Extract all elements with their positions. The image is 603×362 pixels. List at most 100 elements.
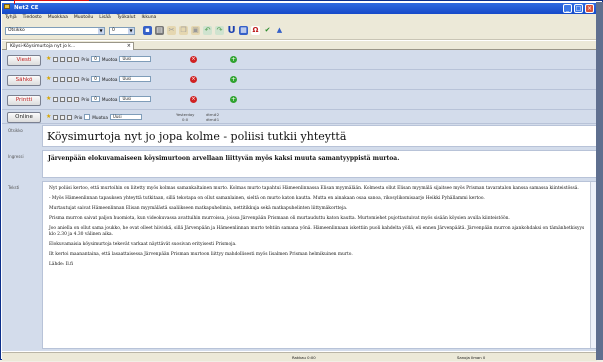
menu-item-0[interactable]: Tyhjä [5, 14, 17, 22]
save-icon[interactable]: ▪ [143, 26, 152, 35]
headline-field[interactable]: Köysimurtoja nyt jo jopa kolme - poliisi… [42, 125, 597, 147]
minimize-icon[interactable]: _ [563, 4, 572, 13]
copy-icon[interactable]: ❐ [179, 26, 188, 35]
muotoa-label: Muotoa [92, 114, 108, 120]
delete-icon[interactable]: × [190, 56, 197, 63]
muotoa-label: Muotoa [101, 76, 118, 82]
body-paragraph: - Myös Hämeenlinnan tapauksen yhteyttä t… [49, 196, 485, 201]
close-icon[interactable]: × [585, 4, 594, 13]
body-paragraph: Ilt kertoi maanantaina, että lasaattaise… [49, 252, 353, 257]
muotoa-select[interactable]: Uusi [119, 56, 152, 62]
menu-bar: Tyhjä Tiedosto Muokkaa Muotoilu Lisää Ty… [2, 14, 597, 22]
add-icon[interactable]: + [230, 96, 237, 103]
star-icon[interactable]: ★ [46, 76, 51, 82]
special-char-icon[interactable]: Ω [251, 26, 260, 35]
menu-item-6[interactable]: Ikkuna [141, 14, 156, 22]
printti-button[interactable]: Printti [7, 95, 41, 106]
window-controls: _ □ × [563, 4, 594, 13]
edit-panel: Viesti ★ Prio 0 Muotoa Uusi × + Sähkö ★ [2, 50, 597, 351]
link-icon[interactable] [67, 76, 73, 82]
ingressi-field[interactable]: Järvenpään elokuvamaiseen köysimurtoon a… [42, 150, 597, 178]
body-paragraph: Joo aniella on ollut sama joukko, he ova… [49, 226, 585, 237]
checkbox[interactable] [60, 76, 66, 82]
prio-select[interactable]: 0 [91, 76, 100, 82]
body-paragraph: Prisma murron saivat paljon huomiota, ku… [49, 216, 510, 221]
muotoa-select[interactable]: Uusi [119, 76, 152, 82]
insert-icon[interactable]: ▲ [275, 26, 284, 35]
prio-select[interactable]: 0 [91, 56, 100, 62]
chevron-down-icon: ▼ [98, 28, 104, 34]
spellcheck-icon[interactable]: ✔ [263, 26, 272, 35]
row-controls: ★ Prio Muotoa Uusi [46, 114, 142, 120]
publish-row: Sähkö ★ Prio 0 Muotoa Uusi × + [2, 70, 597, 90]
body-text-field[interactable]: Nyt poliisi kertoo, että murtoihin on li… [42, 181, 597, 349]
delete-icon[interactable]: × [190, 96, 197, 103]
tab-document[interactable]: Köysi-Köysimurtoja nyt jo k... × [6, 42, 134, 50]
checkbox[interactable] [53, 76, 59, 82]
undo-icon[interactable]: ↶ [203, 26, 212, 35]
menu-item-5[interactable]: Työkalut [117, 14, 136, 22]
checkbox[interactable] [53, 96, 59, 102]
publish-row: Online ★ Prio Muotoa Uusi Yesterday 0:0 … [2, 110, 597, 124]
muotoa-select[interactable]: Uusi [109, 114, 142, 120]
prio-label: Prio [81, 96, 90, 102]
paste-icon[interactable]: ▣ [191, 26, 200, 35]
muotoa-label: Muotoa [101, 56, 118, 62]
checkbox[interactable] [60, 96, 66, 102]
muotoa-label: Muotoa [101, 96, 118, 102]
link-icon[interactable] [67, 56, 73, 62]
close-icon[interactable]: × [127, 43, 131, 50]
body-paragraph: Murtautujat saivat Hämeenlinnan Elisan m… [49, 206, 348, 211]
image-icon[interactable]: ▦ [239, 26, 248, 35]
add-icon[interactable]: + [230, 56, 237, 63]
checkbox[interactable] [60, 114, 66, 120]
star-icon[interactable]: ★ [46, 96, 51, 102]
menu-item-1[interactable]: Tiedosto [23, 14, 42, 22]
window-title: Net2 CE [14, 5, 39, 11]
sahko-button[interactable]: Sähkö [7, 75, 41, 86]
maximize-icon[interactable]: □ [574, 4, 583, 13]
style-select[interactable]: Otsikko ▼ [5, 27, 105, 35]
publish-row: Viesti ★ Prio 0 Muotoa Uusi × + [2, 50, 597, 70]
prio-select[interactable]: 0 [91, 96, 100, 102]
app-icon [4, 4, 10, 9]
link-icon[interactable] [67, 96, 73, 102]
underline-icon[interactable]: U [227, 26, 236, 36]
prio-label: Prio [74, 114, 83, 120]
prio-select[interactable] [84, 114, 91, 120]
star-icon[interactable]: ★ [46, 56, 51, 62]
online-tag-b: dtm#1 [206, 117, 220, 122]
checkbox[interactable] [74, 76, 80, 82]
viesti-button[interactable]: Viesti [7, 55, 41, 66]
checkbox[interactable] [53, 56, 59, 62]
app-window: Net2 CE _ □ × Tyhjä Tiedosto Muokkaa Muo… [0, 0, 603, 361]
muotoa-select[interactable]: Uusi [119, 96, 152, 102]
link-icon[interactable] [67, 114, 73, 120]
redo-icon[interactable]: ↷ [215, 26, 224, 35]
body-paragraph: Elokuvamaisia köysimurtoja tekevät varka… [49, 242, 237, 247]
checkbox[interactable] [74, 96, 80, 102]
ingressi-text: Järvenpään elokuvamaiseen köysimurtoon a… [48, 155, 400, 162]
menu-item-3[interactable]: Muotoilu [74, 14, 93, 22]
checkbox[interactable] [53, 114, 59, 120]
body-paragraph: Lähde: Il.fi [49, 262, 74, 267]
checkbox[interactable] [60, 56, 66, 62]
checkbox[interactable] [74, 56, 80, 62]
cut-icon[interactable]: ✂ [167, 26, 176, 35]
star-icon[interactable]: ★ [46, 114, 51, 120]
prio-label: Prio [81, 76, 90, 82]
size-select[interactable]: 0 ▼ [109, 27, 135, 35]
menu-item-4[interactable]: Lisää [99, 14, 111, 22]
delete-icon[interactable]: × [190, 76, 197, 83]
print-icon[interactable]: ▤ [155, 26, 164, 35]
add-icon[interactable]: + [230, 76, 237, 83]
teksti-label: Teksti [8, 185, 20, 190]
status-right: Sanoja Ilman 0 [457, 355, 486, 360]
style-select-value: Otsikko [8, 28, 25, 33]
menu-item-2[interactable]: Muokkaa [48, 14, 68, 22]
tab-strip: Köysi-Köysimurtoja nyt jo k... × [2, 41, 597, 50]
size-select-value: 0 [112, 28, 115, 33]
row-controls: ★ Prio 0 Muotoa Uusi [46, 96, 152, 102]
title-bar: Net2 CE [2, 3, 597, 14]
online-button[interactable]: Online [7, 112, 41, 123]
